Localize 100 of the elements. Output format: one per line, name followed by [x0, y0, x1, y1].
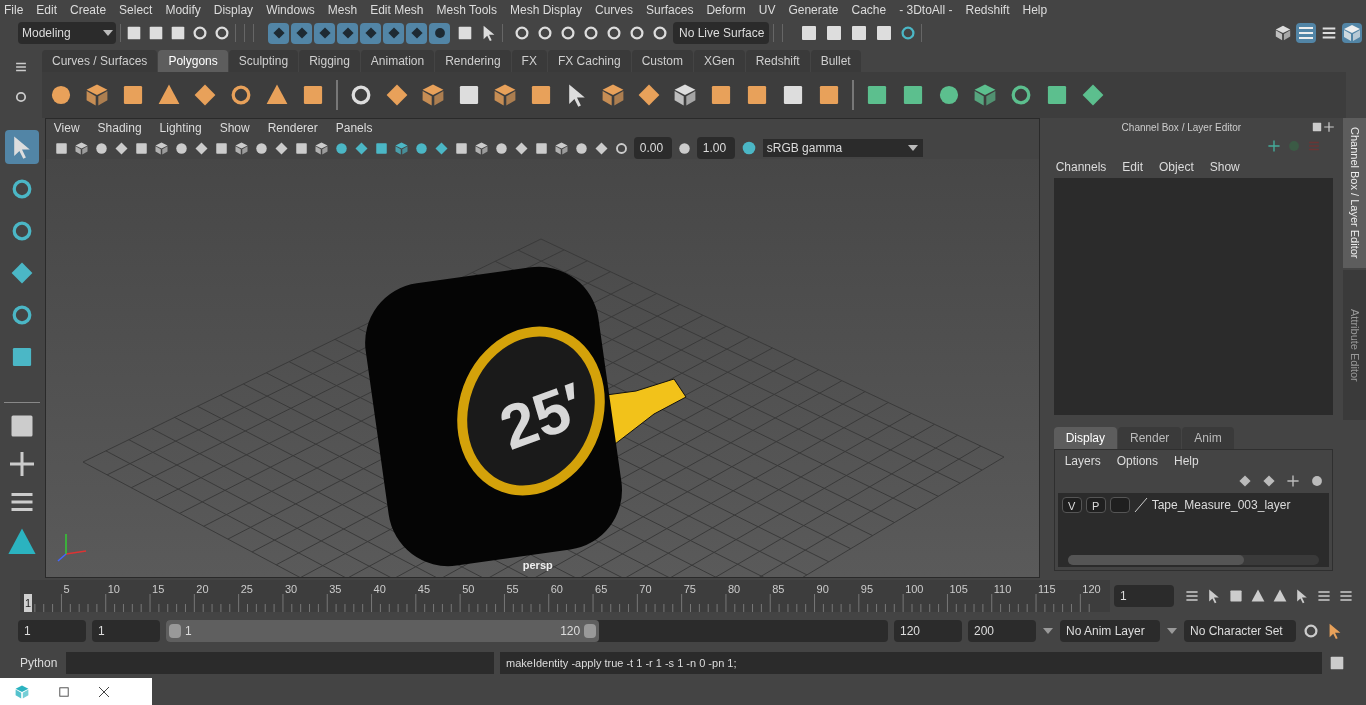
menu-item[interactable]: Modify — [165, 1, 201, 19]
menu-icon[interactable] — [14, 60, 28, 74]
menu-item[interactable]: Help — [1022, 1, 1048, 19]
float-panel-icon[interactable] — [1311, 121, 1324, 133]
viewport-menu-item[interactable]: Lighting — [159, 119, 202, 137]
range-slider[interactable]: 1 120 — [166, 620, 888, 642]
playback-end-field[interactable]: 120 — [894, 620, 962, 642]
viewport-tool-icon[interactable] — [153, 140, 169, 156]
playback-control-icon[interactable] — [1316, 588, 1332, 604]
layer-tab[interactable]: Anim — [1182, 427, 1234, 449]
end-frame-field[interactable]: 200 — [968, 620, 1036, 642]
menu-item[interactable]: Edit Mesh — [370, 1, 424, 19]
layer-menu-item[interactable]: Layers — [1064, 452, 1101, 470]
side-tab[interactable]: Attribute Editor — [1343, 270, 1366, 420]
channel-menu-item[interactable]: Show — [1209, 158, 1240, 176]
time-slider[interactable]: 1 5 10 15 20 25 30 35 40 45 50 55 60 65 70 75 80 85 90 95 100 105 110 115 120 — [20, 580, 1110, 612]
settings-icon[interactable] — [14, 90, 28, 104]
start-frame-field[interactable]: 1 — [18, 620, 86, 642]
shelf-tab[interactable]: Curves / Surfaces — [42, 50, 158, 72]
gamma-icon[interactable] — [676, 140, 692, 156]
polygon-primitive-icon[interactable] — [192, 82, 218, 108]
viewport-tool-icon[interactable] — [233, 140, 249, 156]
viewport-tool-icon[interactable] — [413, 140, 429, 156]
viewport-tool-icon[interactable] — [313, 140, 329, 156]
character-set-field[interactable]: No Character Set — [1184, 620, 1296, 642]
menu-item[interactable]: File — [4, 1, 24, 19]
viewport-tool-icon[interactable] — [293, 140, 309, 156]
viewport-tool-icon[interactable] — [193, 140, 209, 156]
layer-action-icon[interactable] — [1286, 474, 1301, 488]
viewport-tool-icon[interactable] — [513, 140, 529, 156]
menu-item[interactable]: Create — [70, 1, 107, 19]
menu-item[interactable]: Cache — [851, 1, 887, 19]
menu-item[interactable]: Redshift — [965, 1, 1010, 19]
live-surface-field[interactable]: No Live Surface — [673, 22, 769, 44]
layer-tab[interactable]: Display — [1053, 427, 1117, 449]
viewport-menu-item[interactable]: Show — [219, 119, 250, 137]
viewport-tool-icon[interactable] — [213, 140, 229, 156]
viewport-tool-icon[interactable] — [373, 140, 389, 156]
menu-item[interactable]: Windows — [266, 1, 315, 19]
current-frame-field[interactable]: 1 — [1114, 585, 1174, 607]
maximize-icon[interactable] — [58, 685, 70, 698]
menu-item[interactable]: Edit — [36, 1, 58, 19]
layer-menu-item[interactable]: Help — [1174, 452, 1199, 470]
command-input-field[interactable] — [66, 652, 494, 674]
shelf-tab[interactable]: Animation — [360, 50, 435, 72]
attribute-editor-icon[interactable] — [1296, 23, 1316, 43]
playback-control-icon[interactable] — [1184, 588, 1200, 604]
shelf-tab[interactable]: Rendering — [435, 50, 511, 72]
modeling-toolkit-icon[interactable] — [1274, 24, 1292, 42]
menu-item[interactable]: Display — [213, 1, 254, 19]
layers-icon[interactable] — [1342, 23, 1362, 43]
viewport-tool-icon[interactable] — [113, 140, 129, 156]
viewport-menu-item[interactable]: Renderer — [267, 119, 318, 137]
shelf-tab[interactable]: Rigging — [299, 50, 360, 72]
layer-menu-item[interactable]: Options — [1116, 452, 1159, 470]
playback-control-icon[interactable] — [1338, 588, 1354, 604]
uv-tool-icon[interactable] — [1080, 82, 1106, 108]
viewport-tool-icon[interactable] — [533, 140, 549, 156]
layer-name[interactable]: Tape_Measure_003_layer — [1151, 496, 1291, 514]
shelf-tab[interactable]: Bullet — [810, 50, 861, 72]
menu-item[interactable]: Select — [119, 1, 153, 19]
layer-action-icon[interactable] — [1310, 474, 1325, 488]
viewport-tool-icon[interactable] — [133, 140, 149, 156]
viewport-tool-icon[interactable] — [393, 140, 409, 156]
mesh-tool-icon[interactable] — [672, 82, 698, 108]
layer-action-icon[interactable] — [1238, 474, 1253, 488]
menu-item[interactable]: Curves — [595, 1, 634, 19]
viewport-tool-icon[interactable] — [73, 140, 89, 156]
side-tab[interactable]: Channel Box / Layer Editor — [1343, 118, 1366, 268]
viewport-tool-icon[interactable] — [493, 140, 509, 156]
shelf-tab[interactable]: FX Caching — [547, 50, 631, 72]
shelf-tab[interactable]: FX — [511, 50, 547, 72]
viewport-tool-icon[interactable] — [333, 140, 349, 156]
layer-action-icon[interactable] — [1262, 474, 1277, 488]
playback-control-icon[interactable] — [1206, 588, 1222, 604]
channel-menu-item[interactable]: Edit — [1122, 158, 1144, 176]
viewport-tool-icon[interactable] — [93, 140, 109, 156]
menu-item[interactable]: Mesh — [327, 1, 358, 19]
mesh-tool-icon[interactable] — [492, 82, 518, 108]
playback-control-icon[interactable] — [1272, 588, 1288, 604]
viewport-tool-icon[interactable] — [593, 140, 609, 156]
channel-menu-item[interactable]: Channels — [1055, 158, 1107, 176]
axis-icon[interactable] — [1267, 139, 1282, 153]
playback-control-icon[interactable] — [1228, 588, 1244, 604]
viewport-tool-icon[interactable] — [173, 140, 189, 156]
menu-item[interactable]: Generate — [788, 1, 839, 19]
playback-start-field[interactable]: 1 — [92, 620, 160, 642]
viewport-tool-icon[interactable] — [273, 140, 289, 156]
shelf-tab[interactable]: Custom — [631, 50, 693, 72]
color-space-dropdown[interactable]: sRGB gamma — [762, 139, 923, 157]
viewport-tool-icon[interactable] — [473, 140, 489, 156]
viewport-tool-icon[interactable] — [573, 140, 589, 156]
gamma-field[interactable]: 1.00 — [696, 137, 735, 159]
menu-item[interactable]: UV — [758, 1, 776, 19]
viewport-tool-icon[interactable] — [353, 140, 369, 156]
channel-menu-item[interactable]: Object — [1159, 158, 1194, 176]
current-time-marker[interactable]: 1 — [24, 594, 33, 612]
viewport-tool-icon[interactable] — [553, 140, 569, 156]
menu-item[interactable]: Mesh Display — [510, 1, 583, 19]
range-handle[interactable] — [169, 624, 181, 638]
